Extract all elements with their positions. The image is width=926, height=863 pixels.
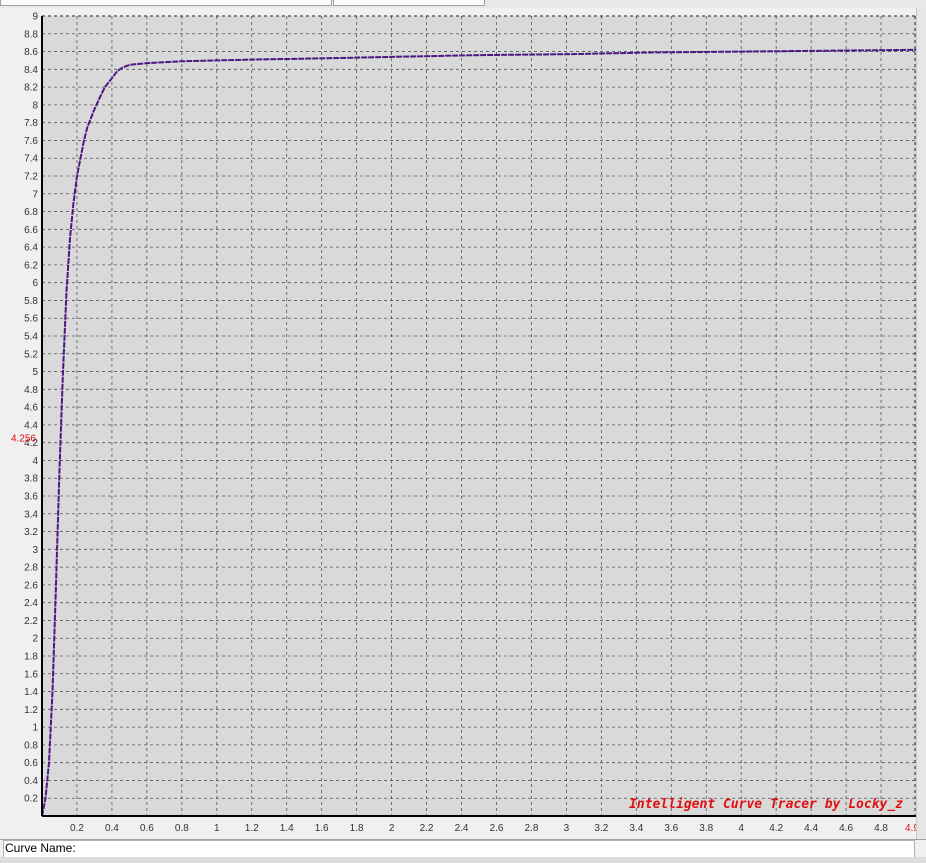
y-tick-label: 7.2 (24, 172, 38, 183)
y-tick-label: 6.8 (24, 207, 38, 218)
y-tick-label: 3.4 (24, 509, 38, 520)
y-tick-label: 6.4 (24, 243, 38, 254)
y-tick-label: 8 (32, 100, 38, 111)
y-tick-label: 3.2 (24, 527, 38, 538)
x-tick-label: 2.2 (420, 823, 434, 834)
y-tick-label: 1.8 (24, 652, 38, 663)
status-bar: Curve Name: (0, 839, 926, 858)
y-tick-label: 1.6 (24, 669, 38, 680)
y-tick-label: 0.4 (24, 776, 38, 787)
x-tick-label: 3.6 (664, 823, 678, 834)
y-tick-label: 7.8 (24, 118, 38, 129)
y-tick-label: 2.6 (24, 580, 38, 591)
y-tick-label: 1.2 (24, 705, 38, 716)
x-tick-label: 0.6 (140, 823, 154, 834)
x-tick-label: 3 (564, 823, 570, 834)
x-tick-label: 3.4 (629, 823, 643, 834)
y-tick-label: 3 (32, 545, 38, 556)
x-tick-labels: 0.2 0.4 0.6 0.8 1 1.2 1.4 1.6 1.8 2 2.2 2.4 2.6 2.8 3 3… (70, 823, 888, 834)
x-tick-label: 4.6 (839, 823, 853, 834)
y-tick-label: 8.8 (24, 29, 38, 40)
y-tick-label: 7.6 (24, 136, 38, 147)
x-tick-label: 3.2 (594, 823, 608, 834)
y-tick-label: 0.2 (24, 794, 38, 805)
y-tick-label: 3.8 (24, 474, 38, 485)
bottom-strip (0, 857, 926, 863)
y-tick-label: 2.4 (24, 598, 38, 609)
y-tick-label: 1 (32, 723, 38, 734)
curve-chart: 0.2 0.4 0.6 0.8 1 1.2 1.4 1.6 1.8 2 2.2 2.4 2.6 2.8 3 3… (11, 12, 916, 834)
x-tick-label: 3.8 (699, 823, 713, 834)
y-tick-label: 9 (32, 12, 38, 23)
y-tick-label: 4.4 (24, 420, 38, 431)
curve-name-field[interactable] (3, 840, 915, 858)
y-tick-label: 0.8 (24, 740, 38, 751)
y-tick-label: 8.4 (24, 65, 38, 76)
watermark-label: Intelligent Curve Tracer by Locky_z (629, 797, 903, 812)
x-tick-label: 4 (738, 823, 744, 834)
y-tick-label: 7 (32, 189, 38, 200)
x-tick-label: 1.8 (350, 823, 364, 834)
y-marker-label: 4.256 (11, 434, 36, 445)
y-tick-label: 5 (32, 367, 38, 378)
x-tick-label: 1.6 (315, 823, 329, 834)
y-tick-label: 5.8 (24, 296, 38, 307)
x-tick-label: 0.2 (70, 823, 84, 834)
x-marker-label: 4.9 (905, 823, 916, 834)
plot-area (42, 16, 916, 816)
x-tick-label: 2.6 (490, 823, 504, 834)
y-tick-label: 5.4 (24, 332, 38, 343)
y-tick-label: 4.8 (24, 385, 38, 396)
y-tick-label: 2.8 (24, 563, 38, 574)
y-tick-label: 4 (32, 456, 38, 467)
y-tick-label: 3.6 (24, 492, 38, 503)
x-tick-label: 1 (214, 823, 220, 834)
y-tick-label: 5.2 (24, 349, 38, 360)
x-tick-label: 0.8 (175, 823, 189, 834)
x-tick-label: 2 (389, 823, 395, 834)
x-tick-label: 2.4 (455, 823, 469, 834)
x-tick-label: 2.8 (524, 823, 538, 834)
curve-name-label: Curve Name: (5, 841, 76, 855)
y-tick-label: 6.2 (24, 260, 38, 271)
y-tick-label: 8.2 (24, 83, 38, 94)
x-tick-label: 4.4 (804, 823, 818, 834)
y-tick-label: 8.6 (24, 47, 38, 58)
x-tick-label: 4.2 (769, 823, 783, 834)
y-tick-label: 1.4 (24, 687, 38, 698)
y-tick-labels: 0.2 0.4 0.6 0.8 1 1.2 1.4 1.6 1.8 2 2.2 2.4 2.6 2.8 3 3… (24, 12, 38, 805)
x-tick-label: 4.8 (874, 823, 888, 834)
y-tick-label: 2 (32, 634, 38, 645)
vertical-scrollbar[interactable] (916, 8, 926, 840)
y-tick-label: 6 (32, 278, 38, 289)
y-tick-label: 0.6 (24, 758, 38, 769)
x-tick-label: 1.4 (280, 823, 294, 834)
y-tick-label: 7.4 (24, 154, 38, 165)
y-tick-label: 6.6 (24, 225, 38, 236)
x-tick-label: 0.4 (105, 823, 119, 834)
y-tick-label: 5.6 (24, 314, 38, 325)
y-tick-label: 2.2 (24, 616, 38, 627)
x-tick-label: 1.2 (245, 823, 259, 834)
y-tick-label: 4.6 (24, 403, 38, 414)
